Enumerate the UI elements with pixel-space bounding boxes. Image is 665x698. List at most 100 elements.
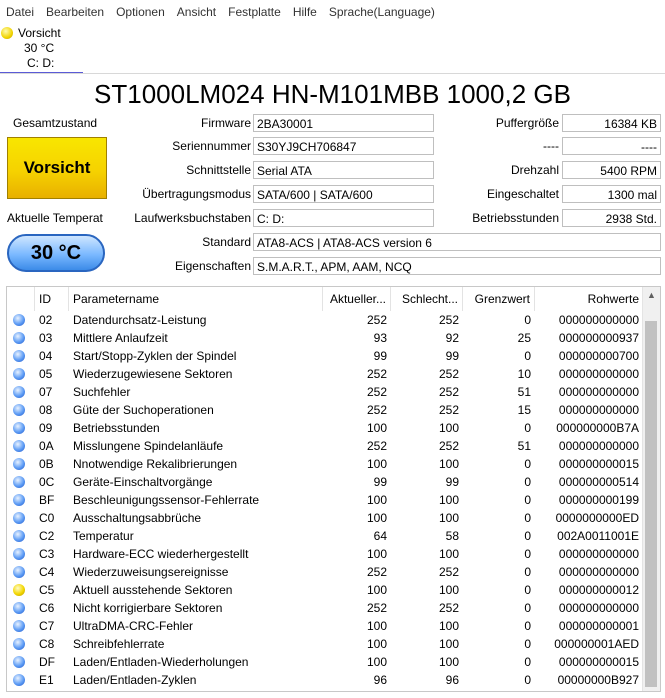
smart-attributes-table[interactable]: ID Parametername Aktueller... Schlecht..… bbox=[6, 286, 661, 692]
caution-status-icon bbox=[13, 584, 25, 596]
cell-raw: 000000000199 bbox=[558, 493, 639, 507]
table-row[interactable]: C7 UltraDMA-CRC-Fehler 100 100 0 000000000001 bbox=[7, 617, 643, 635]
cell-name: Laden/Entladen-Zyklen bbox=[73, 673, 197, 687]
table-row[interactable]: C6 Nicht korrigierbare Sektoren 252 252 0 000… bbox=[7, 599, 643, 617]
cell-current: 100 bbox=[366, 655, 387, 669]
header-status[interactable] bbox=[7, 287, 35, 311]
power-on-hours-field: 2938 Std. bbox=[562, 209, 661, 227]
cell-name: Wiederzuweisungsereignisse bbox=[73, 565, 229, 579]
cell-name: Nicht korrigierbare Sektoren bbox=[73, 601, 223, 615]
good-status-icon bbox=[13, 350, 25, 362]
table-row[interactable]: 02 Datendurchsatz-Leistung 252 252 0 00000000… bbox=[7, 311, 643, 329]
health-label: Gesamtzustand bbox=[13, 116, 98, 130]
cell-name: Aktuell ausstehende Sektoren bbox=[73, 583, 233, 597]
header-threshold[interactable]: Grenzwert bbox=[463, 287, 535, 311]
table-row[interactable]: C2 Temperatur 64 58 0 002A0011001E bbox=[7, 527, 643, 545]
cell-name: Betriebsstunden bbox=[73, 421, 160, 435]
cell-threshold: 0 bbox=[524, 637, 531, 651]
cell-raw: 00000000B927 bbox=[557, 673, 639, 687]
table-row[interactable]: 0A Misslungene Spindelanläufe 252 252 51 0000… bbox=[7, 437, 643, 455]
cell-threshold: 0 bbox=[524, 655, 531, 669]
good-status-icon bbox=[13, 404, 25, 416]
table-row[interactable]: 05 Wiederzugewiesene Sektoren 252 252 10 0000… bbox=[7, 365, 643, 383]
header-name[interactable]: Parametername bbox=[69, 287, 323, 311]
table-row[interactable]: C5 Aktuell ausstehende Sektoren 100 100 0 000… bbox=[7, 581, 643, 599]
menu-festplatte[interactable]: Festplatte bbox=[222, 0, 287, 24]
cell-name: UltraDMA-CRC-Fehler bbox=[73, 619, 194, 633]
good-status-icon bbox=[13, 512, 25, 524]
rotation-rate-label: Drehzahl bbox=[510, 163, 559, 177]
cell-name: Beschleunigungssensor-Fehlerrate bbox=[73, 493, 260, 507]
cell-id: 04 bbox=[39, 349, 53, 363]
table-row[interactable]: C8 Schreibfehlerrate 100 100 0 000000001AED bbox=[7, 635, 643, 653]
scroll-thumb[interactable] bbox=[645, 321, 657, 687]
cell-current: 100 bbox=[366, 511, 387, 525]
table-row[interactable]: 0C Geräte-Einschaltvorgänge 99 99 0 000000000… bbox=[7, 473, 643, 491]
cell-raw: 000000000000 bbox=[558, 313, 639, 327]
cell-threshold: 0 bbox=[524, 673, 531, 687]
table-row[interactable]: 07 Suchfehler 252 252 51 000000000000 bbox=[7, 383, 643, 401]
drive-letters-field: C: D: bbox=[253, 209, 434, 227]
cell-worst: 252 bbox=[438, 439, 459, 453]
menu-hilfe[interactable]: Hilfe bbox=[287, 0, 323, 24]
menu-ansicht[interactable]: Ansicht bbox=[171, 0, 222, 24]
menu-bearbeiten[interactable]: Bearbeiten bbox=[40, 0, 110, 24]
cell-raw: 000000000001 bbox=[558, 619, 639, 633]
cell-current: 100 bbox=[366, 583, 387, 597]
cell-worst: 252 bbox=[438, 367, 459, 381]
good-status-icon bbox=[13, 494, 25, 506]
temperature-status-button[interactable]: 30 °C bbox=[7, 234, 105, 272]
features-field: S.M.A.R.T., APM, AAM, NCQ bbox=[253, 257, 661, 275]
header-current[interactable]: Aktueller... bbox=[323, 287, 391, 311]
power-on-count-field: 1300 mal bbox=[562, 185, 661, 203]
table-row[interactable]: 08 Güte der Suchoperationen 252 252 15 000000… bbox=[7, 401, 643, 419]
header-raw[interactable]: Rohwerte bbox=[535, 287, 643, 311]
cell-id: 02 bbox=[39, 313, 53, 327]
cell-raw: 000000000015 bbox=[558, 457, 639, 471]
drive-tab[interactable]: Vorsicht 30 °C C: D: bbox=[0, 24, 83, 74]
cell-name: Hardware-ECC wiederhergestellt bbox=[73, 547, 249, 561]
cell-worst: 252 bbox=[438, 313, 459, 327]
table-row[interactable]: DF Laden/Entladen-Wiederholungen 100 100 0 00… bbox=[7, 653, 643, 671]
cell-worst: 58 bbox=[445, 529, 459, 543]
table-row[interactable]: C3 Hardware-ECC wiederhergestellt 100 100 0 0… bbox=[7, 545, 643, 563]
table-row[interactable]: 09 Betriebsstunden 100 100 0 000000000B7A bbox=[7, 419, 643, 437]
cell-threshold: 0 bbox=[524, 565, 531, 579]
cell-raw: 000000000514 bbox=[558, 475, 639, 489]
cell-id: C7 bbox=[39, 619, 55, 633]
cell-threshold: 0 bbox=[524, 511, 531, 525]
serial-label: Seriennummer bbox=[172, 139, 251, 153]
menu-sprache[interactable]: Sprache(Language) bbox=[323, 0, 441, 24]
standard-field: ATA8-ACS | ATA8-ACS version 6 bbox=[253, 233, 661, 251]
table-row[interactable]: BF Beschleunigungssensor-Fehlerrate 100 100… bbox=[7, 491, 643, 509]
table-row[interactable]: E1 Laden/Entladen-Zyklen 96 96 0 00000000B927 bbox=[7, 671, 643, 689]
cell-name: Suchfehler bbox=[73, 385, 131, 399]
cell-current: 64 bbox=[373, 529, 387, 543]
cell-worst: 252 bbox=[438, 565, 459, 579]
cell-name: Wiederzugewiesene Sektoren bbox=[73, 367, 233, 381]
table-row[interactable]: 0B Nnotwendige Rekalibrierungen 100 100 0 000… bbox=[7, 455, 643, 473]
health-status-button[interactable]: Vorsicht bbox=[7, 137, 107, 199]
transfer-mode-label: Übertragungsmodus bbox=[142, 187, 251, 201]
cell-worst: 100 bbox=[438, 637, 459, 651]
table-row[interactable]: 03 Mittlere Anlaufzeit 93 92 25 000000000937 bbox=[7, 329, 643, 347]
table-row[interactable]: 04 Start/Stopp-Zyklen der Spindel 99 99 0 000… bbox=[7, 347, 643, 365]
header-id[interactable]: ID bbox=[35, 287, 69, 311]
table-row[interactable]: C0 Ausschaltungsabbrüche 100 100 0 0000000000… bbox=[7, 509, 643, 527]
cell-worst: 96 bbox=[445, 673, 459, 687]
drive-tab-temperature: 30 °C bbox=[24, 41, 55, 55]
vertical-scrollbar[interactable]: ▲ bbox=[642, 287, 660, 691]
cell-id: 0C bbox=[39, 475, 55, 489]
menu-datei[interactable]: Datei bbox=[0, 0, 40, 24]
cell-id: C4 bbox=[39, 565, 55, 579]
cell-threshold: 15 bbox=[517, 403, 531, 417]
cell-worst: 100 bbox=[438, 583, 459, 597]
menu-optionen[interactable]: Optionen bbox=[110, 0, 171, 24]
firmware-label: Firmware bbox=[201, 116, 251, 130]
cell-name: Geräte-Einschaltvorgänge bbox=[73, 475, 213, 489]
scroll-up-icon[interactable]: ▲ bbox=[643, 287, 660, 304]
table-row[interactable]: C4 Wiederzuweisungsereignisse 252 252 0 00000… bbox=[7, 563, 643, 581]
cell-id: C5 bbox=[39, 583, 55, 597]
cell-worst: 100 bbox=[438, 511, 459, 525]
header-worst[interactable]: Schlecht... bbox=[391, 287, 463, 311]
